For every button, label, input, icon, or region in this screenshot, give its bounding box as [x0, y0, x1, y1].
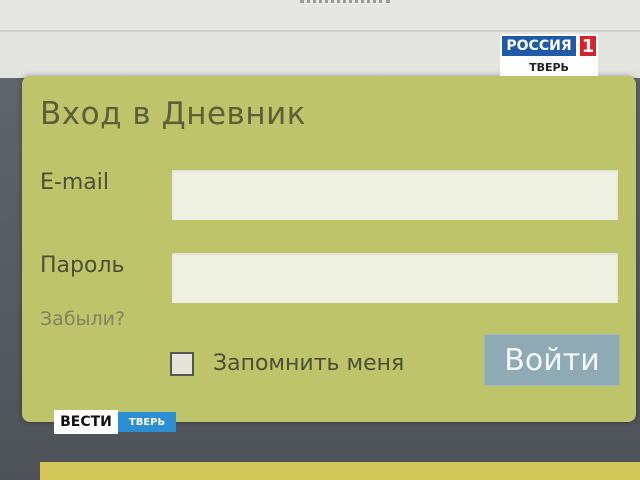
channel-logo: РОССИЯ 1 ТВЕРЬ	[500, 34, 600, 78]
password-field[interactable]	[172, 253, 618, 303]
password-label: Пароль	[40, 253, 125, 278]
channel-number: 1	[578, 34, 598, 58]
next-panel-edge	[40, 462, 640, 480]
channel-name: РОССИЯ	[500, 34, 578, 58]
divider	[0, 30, 640, 32]
remember-me-checkbox[interactable]	[170, 352, 194, 376]
channel-region: ТВЕРЬ	[500, 58, 598, 76]
divider	[300, 0, 390, 9]
remember-me-label[interactable]: Запомнить меня	[213, 351, 404, 376]
login-title: Вход в Дневник	[40, 96, 306, 132]
news-region: ТВЕРЬ	[118, 412, 176, 432]
news-logo: ВЕСТИ ТВЕРЬ	[54, 410, 176, 434]
email-label: E-mail	[40, 170, 109, 195]
email-field[interactable]	[172, 170, 618, 220]
forgot-password-link[interactable]: Забыли?	[40, 308, 125, 330]
news-name: ВЕСТИ	[54, 410, 118, 434]
login-button[interactable]: Войти	[484, 334, 620, 386]
